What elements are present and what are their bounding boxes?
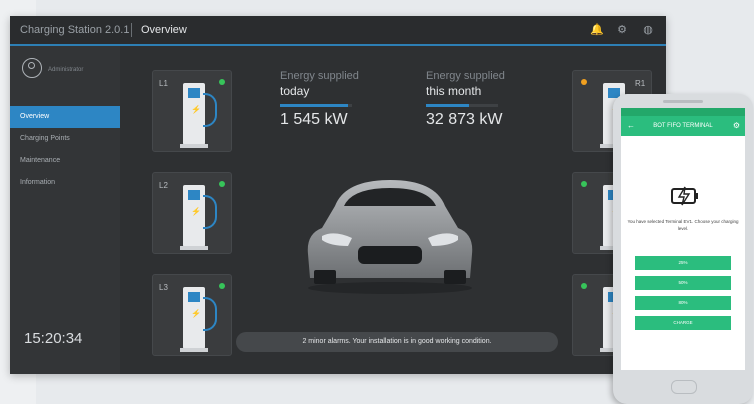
avatar[interactable] [22, 58, 42, 78]
charger-icon: ⚡ [180, 185, 208, 250]
cable-icon [203, 93, 217, 127]
sidebar-item-overview[interactable]: Overview [10, 106, 127, 128]
status-dot [581, 79, 587, 85]
stat-progress-bar [280, 104, 352, 107]
charge-level-25-button[interactable]: 25% [635, 256, 731, 270]
page-title: Overview [141, 24, 187, 36]
username: Administrator [48, 67, 84, 73]
stat-label: Energy supplied [280, 70, 359, 82]
sidebar-item-charging-points[interactable]: Charging Points [10, 128, 120, 150]
status-dot [581, 181, 587, 187]
bell-icon[interactable]: 🔔 [590, 24, 604, 36]
app-title: Charging Station 2.0.1 [20, 24, 130, 36]
station-card-l2[interactable]: L2 ⚡ [152, 172, 232, 254]
clock: 15:20:34 [24, 330, 83, 347]
phone-app-title: BOT FIFO TERMINAL [653, 123, 713, 129]
status-dot [581, 283, 587, 289]
stat-label: Energy supplied [426, 70, 505, 82]
sidebar-item-maintenance[interactable]: Maintenance [10, 150, 120, 172]
station-label: R1 [635, 79, 646, 88]
stat-value: 1 545 kW [280, 111, 348, 128]
gear-icon[interactable]: ⚙ [733, 116, 740, 136]
charger-icon: ⚡ [180, 83, 208, 148]
title-bar: Charging Station 2.0.1 Overview 🔔 ⚙ ◍ [10, 16, 666, 46]
phone-screen: ← BOT FIFO TERMINAL ⚙ You have selected … [621, 108, 745, 370]
status-dot [219, 79, 225, 85]
dashboard-window: Charging Station 2.0.1 Overview 🔔 ⚙ ◍ Ad… [10, 16, 666, 374]
charge-button[interactable]: CHARGE [635, 316, 731, 330]
stat-value: 32 873 kW [426, 111, 503, 128]
cable-icon [203, 297, 217, 331]
main-panel: L1 ⚡ L2 ⚡ L3 ⚡ Energy supplied today 1 5… [120, 46, 666, 374]
charge-level-80-button[interactable]: 80% [635, 296, 731, 310]
car-image [307, 180, 473, 294]
status-message: 2 minor alarms. Your installation is in … [236, 332, 558, 352]
phone-app-bar: ← BOT FIFO TERMINAL ⚙ [621, 116, 745, 136]
back-arrow-icon[interactable]: ← [627, 116, 635, 136]
status-dot [219, 283, 225, 289]
user-menu-icon[interactable]: ◍ [642, 24, 654, 36]
battery-charging-icon [671, 186, 698, 206]
stat-energy-today: Energy supplied today 1 545 kW [280, 70, 359, 129]
stat-period: this month [426, 84, 482, 98]
phone-status-bar [621, 108, 745, 116]
cable-icon [203, 195, 217, 229]
status-dot [219, 181, 225, 187]
station-label: L1 [159, 79, 168, 88]
stat-period: today [280, 84, 310, 98]
sidebar-nav: Overview Charging Points Maintenance Inf… [10, 106, 127, 194]
phone-home-button[interactable] [671, 380, 697, 394]
phone-message: You have selected Terminal EV1. Choose y… [627, 219, 739, 231]
stat-energy-month: Energy supplied this month 32 873 kW [426, 70, 505, 129]
station-label: L3 [159, 283, 168, 292]
phone-mockup: ← BOT FIFO TERMINAL ⚙ You have selected … [613, 94, 753, 404]
charge-level-50-button[interactable]: 50% [635, 276, 731, 290]
station-card-l3[interactable]: L3 ⚡ [152, 274, 232, 356]
station-card-l1[interactable]: L1 ⚡ [152, 70, 232, 152]
title-separator [131, 23, 132, 37]
charger-icon: ⚡ [180, 287, 208, 352]
station-label: L2 [159, 181, 168, 190]
gear-icon[interactable]: ⚙ [616, 24, 628, 36]
sidebar-item-information[interactable]: Information [10, 172, 120, 194]
phone-speaker [663, 100, 703, 103]
sidebar: Administrator Overview Charging Points M… [10, 46, 127, 374]
stat-progress-bar [426, 104, 498, 107]
